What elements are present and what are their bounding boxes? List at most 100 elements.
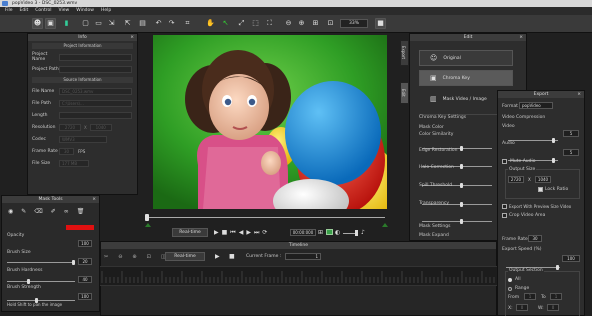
export-speed-value[interactable]: 100 <box>562 255 580 262</box>
all-radio[interactable] <box>508 277 512 282</box>
audio-quality-knob[interactable] <box>552 158 555 163</box>
import-icon[interactable]: ⇲ <box>106 18 117 29</box>
loop-icon[interactable]: ⟳ <box>262 228 267 237</box>
mark-out-icon[interactable] <box>382 223 388 227</box>
brush-size-knob[interactable] <box>27 279 30 284</box>
opacity-knob[interactable] <box>72 260 75 265</box>
color-similarity-knob[interactable] <box>460 146 463 151</box>
brush-hardness-value[interactable]: 40 <box>78 276 92 283</box>
mode-original-button[interactable]: ☺ Original <box>419 50 513 66</box>
zoom-in-timeline-icon[interactable]: ⊕ <box>132 253 136 262</box>
mark-in-icon[interactable] <box>145 223 151 227</box>
crop-icon[interactable]: ⌗ <box>182 18 193 29</box>
opacity-slider[interactable] <box>7 260 75 265</box>
prev-frame-icon[interactable]: ◀ <box>239 228 244 237</box>
brush-icon[interactable]: ✎ <box>21 208 26 215</box>
output-width-field[interactable]: 2720 <box>508 176 524 183</box>
undo-icon[interactable]: ↶ <box>153 18 164 29</box>
cut-icon[interactable]: ✂ <box>104 253 108 262</box>
brush-size-value[interactable]: 20 <box>78 258 92 265</box>
menu-edit[interactable]: Edit <box>20 7 29 15</box>
export-icon[interactable]: ⇱ <box>122 18 133 29</box>
close-icon[interactable]: × <box>92 196 96 203</box>
menu-view[interactable]: View <box>59 7 70 15</box>
player-seek-knob[interactable] <box>145 214 149 221</box>
redo-icon[interactable]: ↷ <box>166 18 177 29</box>
w-field[interactable]: 0 <box>547 304 559 311</box>
mode-chroma-key-button[interactable]: ▣ Chroma Key <box>419 70 513 86</box>
halo-correction-knob[interactable] <box>460 183 463 188</box>
timeline-play-icon[interactable]: ▶ <box>215 252 220 261</box>
menu-control[interactable]: Control <box>35 7 51 15</box>
close-icon[interactable]: × <box>519 34 523 41</box>
close-icon[interactable]: × <box>577 91 581 98</box>
fit-icon[interactable]: ⤢ <box>236 18 247 29</box>
opacity-value[interactable]: 100 <box>78 240 92 247</box>
person-icon[interactable]: ☻ <box>32 18 43 29</box>
brush-strength-value[interactable]: 100 <box>78 293 92 300</box>
grid-icon[interactable]: ⊞ <box>318 228 323 237</box>
picker-icon[interactable]: ↖ <box>220 18 231 29</box>
open-folder-icon[interactable]: ▭ <box>93 18 104 29</box>
mask-color-swatch[interactable] <box>66 225 94 230</box>
play-icon[interactable]: ▶ <box>214 228 219 237</box>
fullscreen-icon[interactable]: ⛶ <box>264 18 275 29</box>
volume-knob[interactable] <box>355 230 358 236</box>
zoom-out-timeline-icon[interactable]: ⊖ <box>118 253 122 262</box>
tab-edit[interactable]: Edit <box>400 82 409 104</box>
range-radio[interactable] <box>508 286 512 291</box>
lock-ratio-checkbox[interactable] <box>538 187 543 192</box>
pen-icon[interactable]: ✐ <box>51 208 56 215</box>
player-realtime-button[interactable]: Real-time <box>172 228 208 237</box>
current-frame-field[interactable]: 1 <box>285 253 321 260</box>
tab-export[interactable]: Export <box>400 40 409 66</box>
menu-file[interactable]: File <box>5 7 13 15</box>
output-height-field[interactable]: 1040 <box>535 176 551 183</box>
zoom-in-icon[interactable]: ⊕ <box>296 18 307 29</box>
zoom-out-icon[interactable]: ⊖ <box>283 18 294 29</box>
zoom-actual-icon[interactable]: ⊡ <box>325 18 336 29</box>
zoom-level-field[interactable]: 33% <box>340 19 368 28</box>
timeline-ruler[interactable] <box>100 266 497 286</box>
player-seek-bar[interactable] <box>147 217 385 218</box>
video-quality-knob[interactable] <box>552 138 555 143</box>
spill-threshold-knob[interactable] <box>460 202 463 207</box>
video-quality-value[interactable]: 5 <box>563 130 579 137</box>
close-icon[interactable]: × <box>130 34 134 41</box>
menu-window[interactable]: Window <box>76 7 94 15</box>
actual-size-icon[interactable]: ⬚ <box>250 18 261 29</box>
transparency-knob[interactable] <box>460 219 463 224</box>
green-screen-icon[interactable]: ▮ <box>61 18 72 29</box>
from-field[interactable]: 1 <box>524 293 536 300</box>
video-quality-slider[interactable] <box>508 138 558 143</box>
brush-size-slider[interactable] <box>7 279 75 284</box>
timeline-realtime-button[interactable]: Real-time <box>165 252 205 261</box>
transparency-slider[interactable] <box>422 219 492 224</box>
crop-area-checkbox[interactable] <box>502 213 507 218</box>
last-frame-icon[interactable]: ⏭ <box>254 228 259 237</box>
menu-help[interactable]: Help <box>101 7 111 15</box>
new-file-icon[interactable]: ▢ <box>80 18 91 29</box>
x-field[interactable]: 0 <box>516 304 528 311</box>
portrait-icon[interactable]: ▣ <box>45 18 56 29</box>
next-frame-icon[interactable]: ▶ <box>246 228 251 237</box>
audio-quality-value[interactable]: 5 <box>563 149 579 156</box>
audio-icon[interactable]: ♪ <box>361 228 365 237</box>
zoom-fit-icon[interactable]: ⊞ <box>310 18 321 29</box>
green-bg-icon[interactable] <box>326 229 333 235</box>
first-frame-icon[interactable]: ⏮ <box>230 228 235 237</box>
view-mask-icon[interactable]: ◉ <box>8 208 13 215</box>
stop-icon[interactable]: ■ <box>222 228 228 237</box>
frame-rate-field[interactable]: 30 <box>528 235 542 242</box>
lasso-icon[interactable]: ∞ <box>64 208 69 215</box>
volume-icon[interactable]: ◐ <box>335 228 340 237</box>
video-preview[interactable] <box>153 35 387 209</box>
brush-hardness-slider[interactable] <box>7 298 75 303</box>
save-icon[interactable]: ▤ <box>137 18 148 29</box>
trash-icon[interactable]: 🗑 <box>77 208 85 215</box>
export-preview-checkbox[interactable] <box>502 204 507 209</box>
eraser-icon[interactable]: ⌫ <box>34 208 42 215</box>
export-speed-knob[interactable] <box>556 265 559 270</box>
preview-toggle-icon[interactable]: ■ <box>375 18 386 29</box>
hand-tool-icon[interactable]: ✋ <box>205 18 216 29</box>
